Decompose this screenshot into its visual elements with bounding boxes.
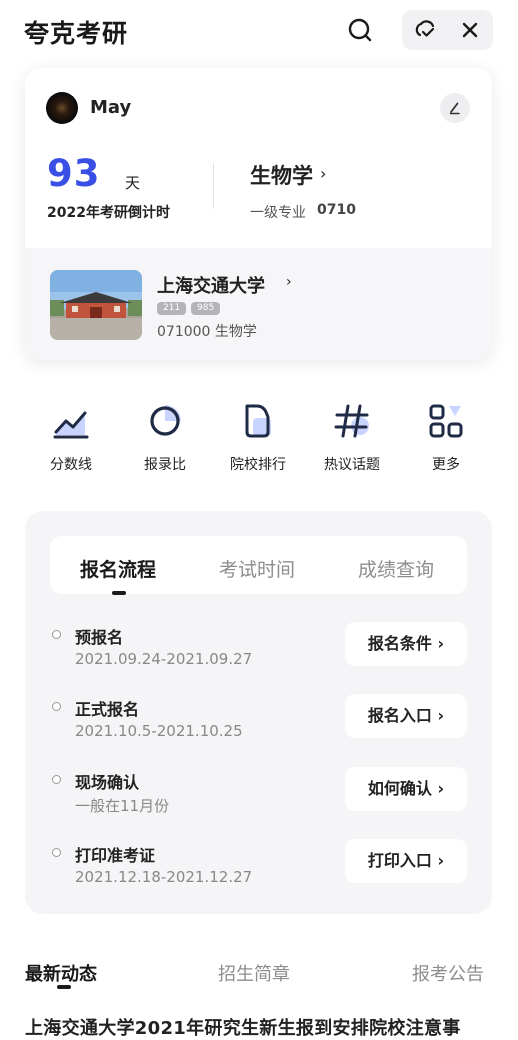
shortcut-label: 更多 [432,457,460,473]
divider [213,163,214,209]
countdown-days: 93 [47,152,101,195]
major-level: 一级专业 [250,205,306,221]
shortcut-label: 院校排行 [230,457,286,473]
step-title: 正式报名 [75,700,140,719]
step-action-button[interactable]: 如何确认 › [345,767,467,811]
close-button[interactable] [458,18,482,42]
step-dot [52,630,61,639]
avatar[interactable] [46,92,78,124]
step-action-button[interactable]: 报名条件 › [345,622,467,666]
shortcut-label: 热议话题 [324,457,380,473]
shortcut-label: 分数线 [50,457,92,473]
username: May [90,97,132,118]
step-dot [52,848,61,857]
hashtag-icon [334,404,369,438]
step-date: 一般在11月份 [75,797,170,815]
school-image [50,270,142,340]
school-major: 071000 生物学 [157,324,257,340]
tab-exam-announcement[interactable]: 报考公告 [412,960,484,986]
shortcut-label: 报录比 [144,457,186,473]
active-tab-indicator [112,591,126,595]
step-title: 现场确认 [75,773,140,792]
tab-admission-brochure[interactable]: 招生简章 [218,960,290,986]
step-dot [52,775,61,784]
shortcut-admission-ratio[interactable]: 报录比 [120,402,210,474]
shortcut-school-ranking[interactable]: 院校排行 [213,402,303,474]
tab-registration-process[interactable]: 报名流程 [80,555,156,582]
step-action-button[interactable]: 报名入口 › [345,694,467,738]
close-icon [462,22,478,38]
search-button[interactable] [344,14,376,46]
search-icon [348,18,372,42]
shortcut-more[interactable]: 更多 [401,402,491,474]
chevron-right-icon: › [320,164,327,183]
step-title: 预报名 [75,628,124,647]
step-date: 2021.09.24-2021.09.27 [75,650,253,668]
edit-profile-button[interactable] [440,93,470,123]
step-title: 打印准考证 [75,846,156,865]
school-name[interactable]: 上海交通大学 [157,272,265,298]
app-title: 夸克考研 [24,19,129,48]
grid-more-icon [429,404,463,438]
countdown-label: 2022年考研倒计时 [47,205,170,221]
tab-score-query[interactable]: 成绩查询 [358,555,434,582]
chevron-right-icon: › [286,274,292,290]
step-dot [52,702,61,711]
shortcut-hot-topics[interactable]: 热议话题 [307,402,397,474]
tag-985: 985 [191,302,221,315]
pencil-icon [449,102,460,115]
news-item-title[interactable]: 上海交通大学2021年研究生新生报到安排院校注意事 [25,1014,461,1040]
process-panel: 报名流程 考试时间 成绩查询 预报名 2021.09.24-2021.09.27… [25,511,492,914]
step-action-button[interactable]: 打印入口 › [345,839,467,883]
major-name[interactable]: 生物学 [250,160,313,190]
document-icon [245,404,271,438]
pie-ring-icon [150,405,181,436]
major-code: 0710 [317,202,356,218]
trend-line-icon [53,411,89,439]
step-date: 2021.12.18-2021.12.27 [75,868,253,886]
profile-card: May 93 天 2022年考研倒计时 生物学 › 一级专业 0710 上海交通… [25,68,492,360]
countdown-unit: 天 [125,174,141,192]
active-tab-indicator [57,985,71,989]
refresh-button[interactable] [413,19,439,41]
cloud-check-icon [415,20,435,37]
tab-exam-time[interactable]: 考试时间 [219,555,295,582]
tag-211: 211 [157,302,187,315]
tab-latest-news[interactable]: 最新动态 [25,960,97,986]
step-date: 2021.10.5-2021.10.25 [75,722,243,740]
shortcut-score-line[interactable]: 分数线 [26,402,116,474]
